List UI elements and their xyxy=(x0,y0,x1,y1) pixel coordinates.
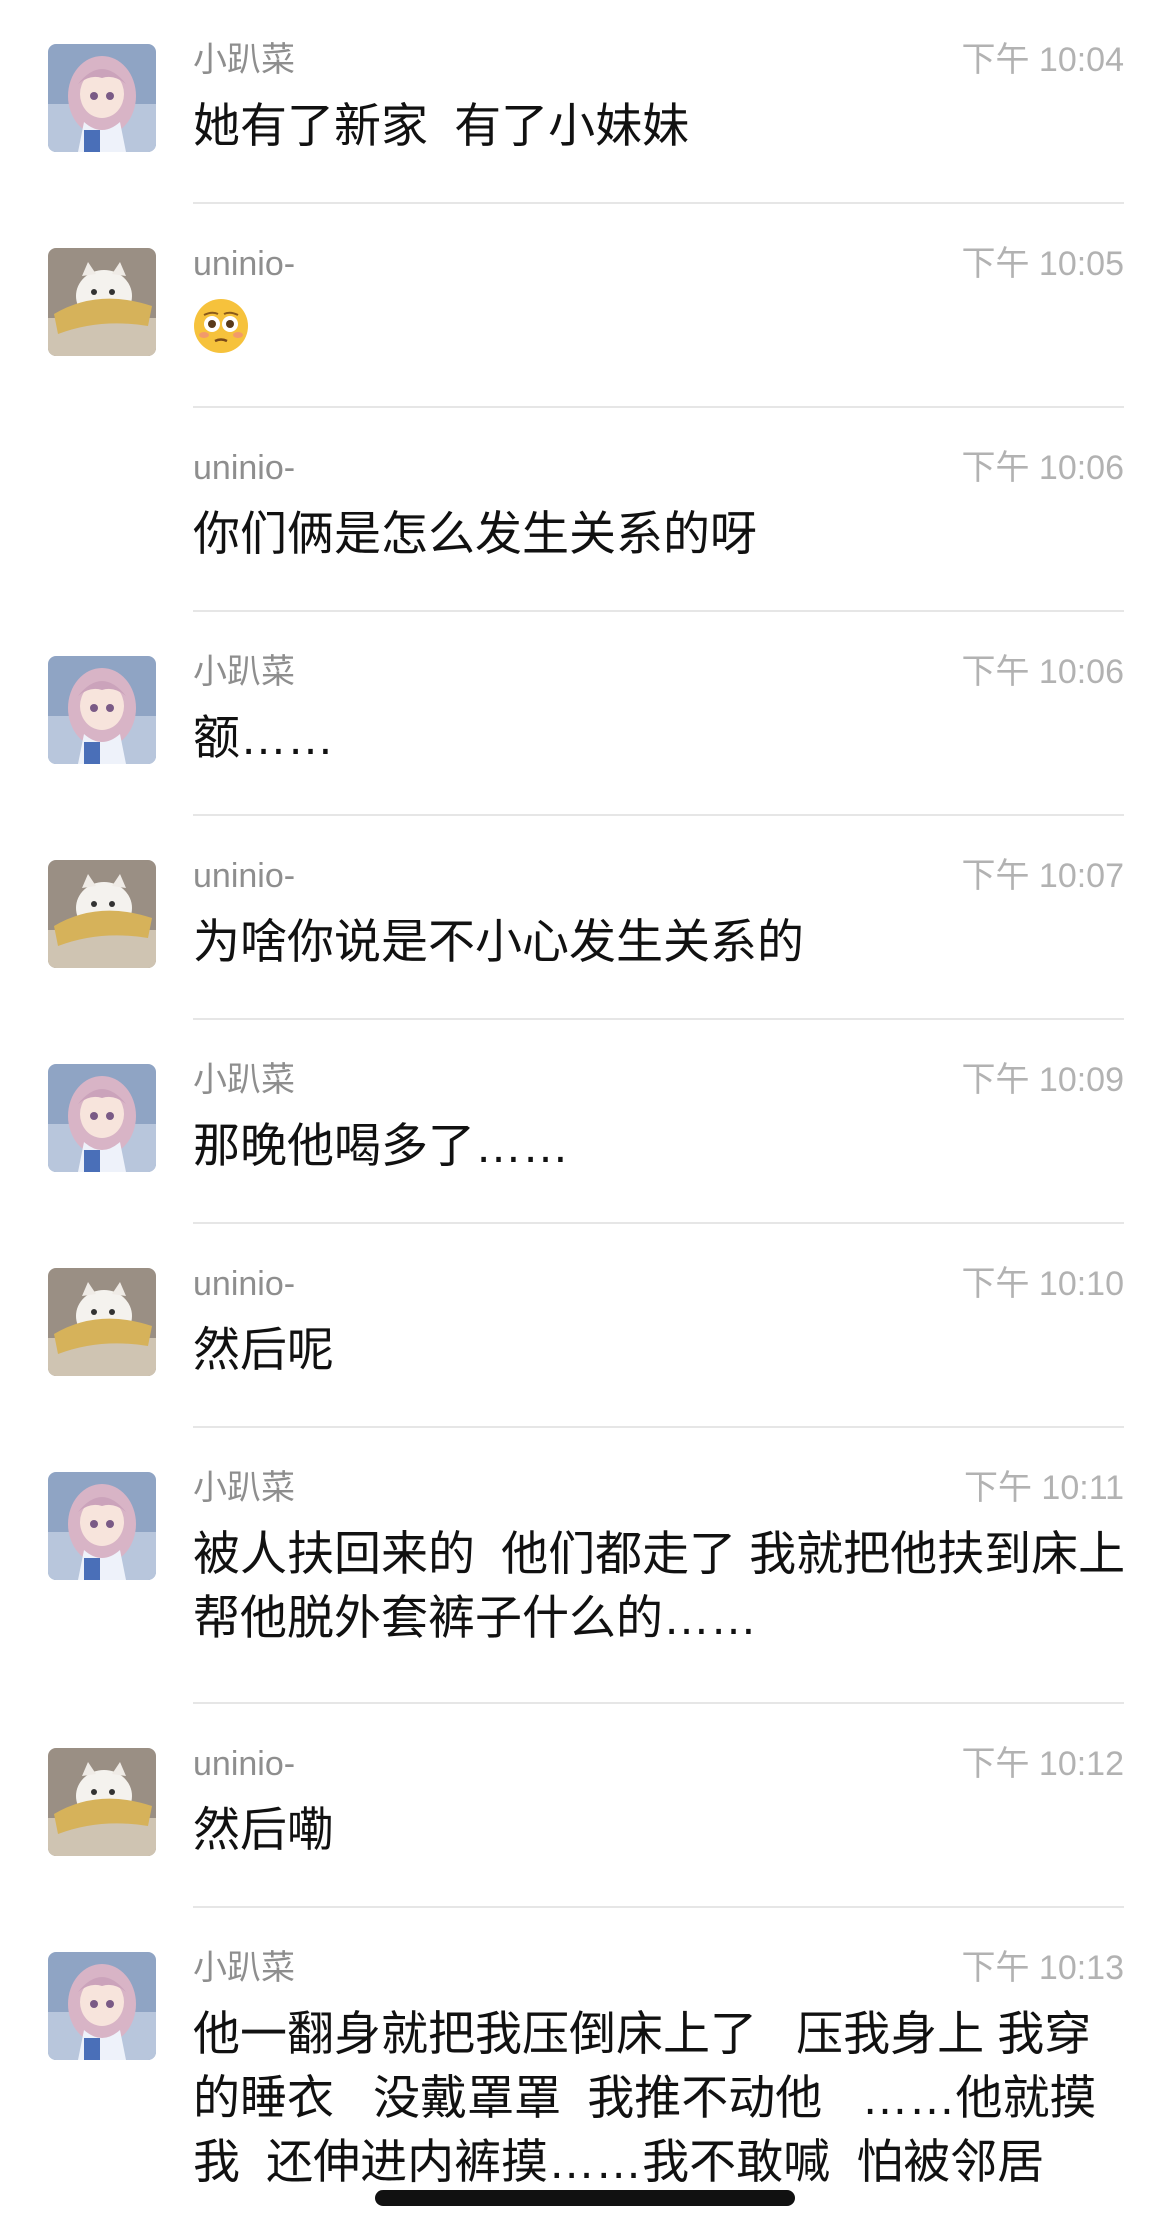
message-timestamp: 下午 10:09 xyxy=(961,1061,1124,1099)
message-item: uninio- 下午 10:07 为啥你说是不小心发生关系的 xyxy=(0,816,1170,1020)
message-text: 然后呢 xyxy=(193,1323,334,1376)
message-item: 小趴菜 下午 10:11 被人扶回来的 他们都走了 我就把他扶到床上 帮他脱外套… xyxy=(0,1428,1170,1704)
message-timestamp: 下午 10:06 xyxy=(961,449,1124,487)
message-text: 为啥你说是不小心发生关系的 xyxy=(193,915,804,968)
message-text: 然后嘞 xyxy=(193,1803,334,1856)
message-item: 小趴菜 下午 10:04 她有了新家 有了小妹妹 xyxy=(0,0,1170,204)
avatar-white-kitten[interactable] xyxy=(48,1268,156,1376)
message-timestamp: 下午 10:13 xyxy=(961,1949,1124,1987)
sender-name: 小趴菜 xyxy=(193,1061,295,1099)
message-text: 额…… xyxy=(193,711,334,764)
message-text: 被人扶回来的 他们都走了 我就把他扶到床上 帮他脱外套裤子什么的…… xyxy=(193,1527,1152,1644)
message-timestamp: 下午 10:10 xyxy=(961,1265,1124,1303)
avatar-anime-girl[interactable] xyxy=(48,656,156,764)
sender-name: uninio- xyxy=(193,245,296,283)
message-item: uninio- 下午 10:05 xyxy=(0,204,1170,408)
message-item: uninio- 下午 10:12 然后嘞 xyxy=(0,1704,1170,1908)
message-text: 那晚他喝多了…… xyxy=(193,1119,569,1172)
message-item: uninio- 下午 10:10 然后呢 xyxy=(0,1224,1170,1428)
home-indicator[interactable] xyxy=(375,2190,795,2206)
message-timestamp: 下午 10:11 xyxy=(963,1469,1124,1507)
avatar-white-kitten[interactable] xyxy=(48,860,156,968)
avatar-anime-girl[interactable] xyxy=(48,44,156,152)
message-item: 小趴菜 下午 10:06 额…… xyxy=(0,612,1170,816)
sender-name: uninio- xyxy=(193,857,296,895)
chat-message-list[interactable]: 小趴菜 下午 10:04 她有了新家 有了小妹妹 uninio- 下午 10:0… xyxy=(0,0,1170,2228)
avatar-white-kitten[interactable] xyxy=(48,248,156,356)
message-text: 你们俩是怎么发生关系的呀 xyxy=(193,507,757,560)
avatar-anime-girl[interactable] xyxy=(48,1472,156,1580)
sender-name: 小趴菜 xyxy=(193,1469,295,1507)
message-timestamp: 下午 10:07 xyxy=(961,857,1124,895)
avatar-anime-girl[interactable] xyxy=(48,1952,156,2060)
avatar-white-kitten[interactable] xyxy=(48,1748,156,1856)
sender-name: uninio- xyxy=(193,449,296,487)
message-item: 小趴菜 下午 10:13 他一翻身就把我压倒床上了 压我身上 我穿的睡衣 没戴罩… xyxy=(0,1908,1170,2228)
sender-name: uninio- xyxy=(193,1265,296,1303)
message-item: uninio- 下午 10:06 你们俩是怎么发生关系的呀 xyxy=(0,408,1170,612)
sender-name: 小趴菜 xyxy=(193,1949,295,1987)
sender-name: uninio- xyxy=(193,1745,296,1783)
flushed-face-emoji xyxy=(194,299,248,353)
message-timestamp: 下午 10:06 xyxy=(961,653,1124,691)
message-timestamp: 下午 10:04 xyxy=(961,41,1124,79)
avatar-anime-girl[interactable] xyxy=(48,1064,156,1172)
sender-name: 小趴菜 xyxy=(193,653,295,691)
sender-name: 小趴菜 xyxy=(193,41,295,79)
message-timestamp: 下午 10:05 xyxy=(961,245,1124,283)
message-text: 她有了新家 有了小妹妹 xyxy=(193,99,690,152)
message-timestamp: 下午 10:12 xyxy=(961,1745,1124,1783)
message-text: 他一翻身就把我压倒床上了 压我身上 我穿的睡衣 没戴罩罩 我推不动他 ……他就摸… xyxy=(193,2007,1097,2188)
message-item: 小趴菜 下午 10:09 那晚他喝多了…… xyxy=(0,1020,1170,1224)
